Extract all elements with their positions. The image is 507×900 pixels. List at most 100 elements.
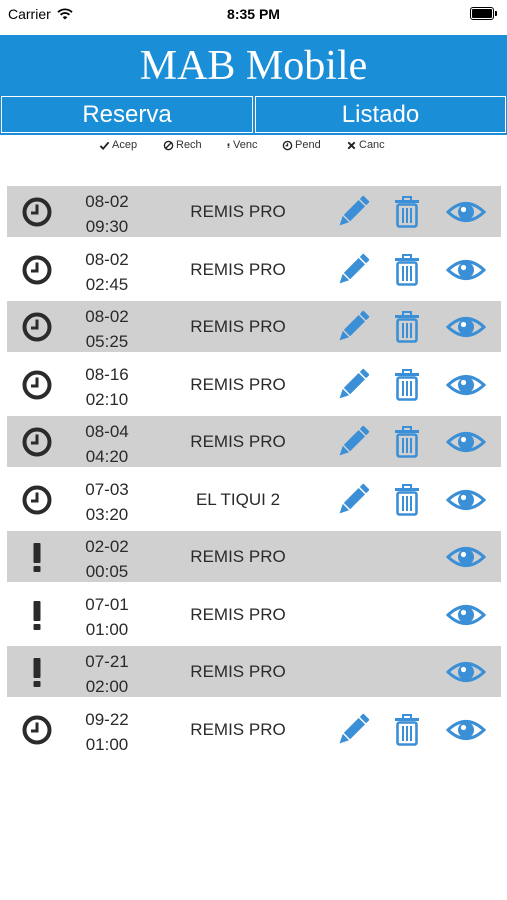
reservation-datetime: 09-22 01:00 <box>69 707 145 757</box>
delete-button[interactable] <box>390 425 424 459</box>
reservation-datetime: 07-21 02:00 <box>69 649 145 699</box>
edit-button[interactable] <box>336 368 370 402</box>
reservation-row[interactable]: 08-16 02:10 REMIS PRO <box>7 359 501 410</box>
reservation-row[interactable]: 08-04 04:20 REMIS PRO <box>7 416 501 467</box>
edit-button[interactable] <box>336 425 370 459</box>
reservation-datetime: 08-02 02:45 <box>69 247 145 297</box>
view-button[interactable] <box>445 195 487 229</box>
view-button[interactable] <box>445 655 487 689</box>
eye-icon <box>445 195 487 229</box>
trash-icon <box>390 368 424 402</box>
pencil-icon <box>336 368 370 402</box>
pencil-icon <box>336 310 370 344</box>
edit-button[interactable] <box>336 310 370 344</box>
legend-pending: Pend <box>282 139 321 151</box>
edit-button[interactable] <box>336 253 370 287</box>
reservation-time: 02:45 <box>85 274 129 294</box>
delete-button[interactable] <box>390 483 424 517</box>
reservation-company: REMIS PRO <box>190 374 286 394</box>
eye-icon <box>445 368 487 402</box>
reservation-row[interactable]: 08-02 05:25 REMIS PRO <box>7 301 501 352</box>
view-button[interactable] <box>445 368 487 402</box>
view-button[interactable] <box>445 253 487 287</box>
view-button[interactable] <box>445 483 487 517</box>
view-button[interactable] <box>445 425 487 459</box>
reservation-date: 07-01 <box>85 594 129 614</box>
legend-expired: Venc <box>226 139 257 151</box>
reservation-time: 00:05 <box>85 562 129 581</box>
status-time: 8:35 PM <box>227 6 280 22</box>
reservation-datetime: 08-02 05:25 <box>69 304 145 354</box>
status-legend: Acep Rech Venc Pend Canc <box>0 139 507 155</box>
reservation-company: REMIS PRO <box>190 719 286 739</box>
reservation-date: 02-02 <box>85 537 129 556</box>
reservation-time: 02:00 <box>85 677 129 696</box>
clock-icon <box>21 426 53 458</box>
clock-icon <box>282 140 293 150</box>
reservation-datetime: 07-01 01:00 <box>69 592 145 642</box>
edit-button[interactable] <box>336 483 370 517</box>
legend-label: Venc <box>233 139 258 151</box>
tab-listado[interactable]: Listado <box>255 96 506 133</box>
reservation-company: EL TIQUI 2 <box>195 489 281 509</box>
status-bar: Carrier 8:35 PM <box>0 0 507 30</box>
view-button[interactable] <box>445 598 487 632</box>
reservation-row[interactable]: 08-02 02:45 REMIS PRO <box>7 244 501 295</box>
reservation-date: 08-16 <box>85 364 129 384</box>
reservation-row[interactable]: 08-02 09:30 REMIS PRO <box>7 186 501 237</box>
reservation-company: REMIS PRO <box>190 202 286 221</box>
reservation-date: 08-02 <box>85 192 129 211</box>
reservation-date: 08-02 <box>85 307 129 326</box>
battery-icon <box>470 7 498 20</box>
delete-button[interactable] <box>390 253 424 287</box>
pencil-icon <box>336 253 370 287</box>
delete-button[interactable] <box>390 310 424 344</box>
clock-icon <box>21 369 53 401</box>
edit-button[interactable] <box>336 195 370 229</box>
app-title: MAB Mobile <box>139 43 368 89</box>
delete-button[interactable] <box>390 368 424 402</box>
exclamation-icon <box>21 656 53 688</box>
view-button[interactable] <box>445 540 487 574</box>
eye-icon <box>445 655 487 689</box>
eye-icon <box>445 713 487 747</box>
reservation-row[interactable]: 07-21 02:00 REMIS PRO <box>7 646 501 697</box>
reservation-time: 01:00 <box>85 619 129 639</box>
reservation-company: REMIS PRO <box>190 662 286 681</box>
trash-icon <box>390 483 424 517</box>
reservation-date: 08-02 <box>85 249 129 269</box>
view-button[interactable] <box>445 713 487 747</box>
tab-bar: Reserva Listado <box>0 96 507 135</box>
reservation-datetime: 02-02 00:05 <box>69 534 145 584</box>
clock-icon <box>21 254 53 286</box>
edit-button[interactable] <box>336 713 370 747</box>
legend-cancelled: Canc <box>346 139 385 151</box>
trash-icon <box>390 195 424 229</box>
ban-icon <box>163 140 174 150</box>
clock-icon <box>21 311 53 343</box>
clock-icon <box>21 484 53 516</box>
clock-icon <box>21 714 53 746</box>
legend-label: Rech <box>176 139 202 151</box>
app-header: MAB Mobile Reserva Listado <box>0 35 507 135</box>
exclamation-icon <box>21 599 53 631</box>
trash-icon <box>390 425 424 459</box>
reservation-time: 02:10 <box>85 389 129 409</box>
reservation-row[interactable]: 07-01 01:00 REMIS PRO <box>7 589 501 640</box>
reservation-time: 03:20 <box>85 504 129 524</box>
tab-reserva[interactable]: Reserva <box>1 96 253 133</box>
legend-rejected: Rech <box>163 139 202 151</box>
delete-button[interactable] <box>390 713 424 747</box>
reservation-row[interactable]: 07-03 03:20 EL TIQUI 2 <box>7 474 501 525</box>
view-button[interactable] <box>445 310 487 344</box>
x-icon <box>347 141 356 149</box>
legend-accepted: Acep <box>99 139 137 151</box>
trash-icon <box>390 253 424 287</box>
reservation-row[interactable]: 02-02 00:05 REMIS PRO <box>7 531 501 582</box>
eye-icon <box>445 540 487 574</box>
reservation-date: 08-04 <box>85 422 129 441</box>
legend-label: Canc <box>359 139 385 151</box>
reservation-row[interactable]: 09-22 01:00 REMIS PRO <box>7 704 501 755</box>
exclamation-icon <box>21 541 53 573</box>
delete-button[interactable] <box>390 195 424 229</box>
